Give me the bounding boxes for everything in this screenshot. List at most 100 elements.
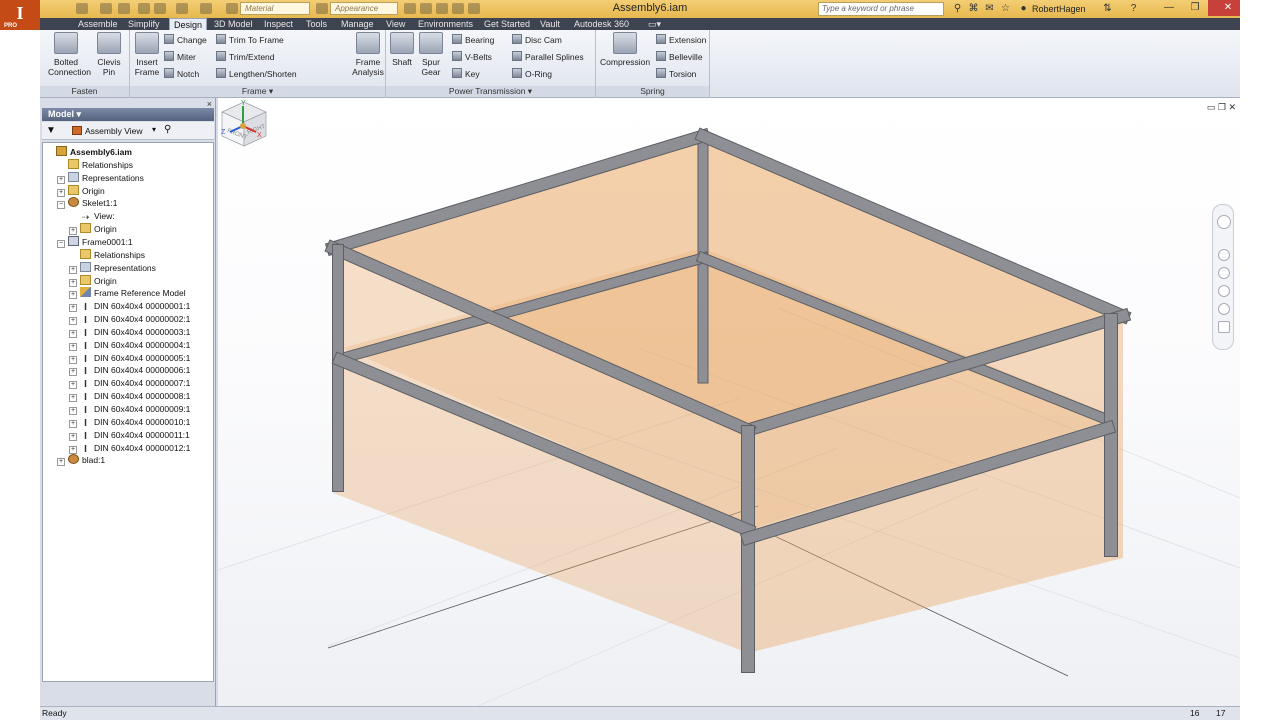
tree-node[interactable]: + Origin <box>69 274 117 287</box>
tab-get-started[interactable]: Get Started <box>480 18 534 30</box>
expand-icon[interactable]: + <box>69 419 77 428</box>
home-icon[interactable] <box>176 3 188 14</box>
parallel-splines-button[interactable]: Parallel Splines <box>512 50 584 64</box>
tree-node[interactable]: + I DIN 60x40x4 00000003:1 <box>69 326 190 339</box>
expand-icon[interactable]: + <box>69 278 77 287</box>
insert-frame-button[interactable]: Insert Frame <box>132 32 162 77</box>
communication-icon[interactable]: ✉ <box>984 3 995 14</box>
bolted-connection-button[interactable]: Bolted Connection <box>48 32 91 77</box>
expand-icon[interactable]: + <box>69 407 77 415</box>
tree-node[interactable]: + I DIN 60x40x4 00000001:1 <box>69 300 190 313</box>
open-icon[interactable] <box>100 3 112 14</box>
view-face-icon[interactable] <box>1218 321 1230 333</box>
bearing-button[interactable]: Bearing <box>452 33 494 47</box>
tree-node[interactable]: + Frame Reference Model <box>69 287 186 300</box>
tab-assemble[interactable]: Assemble <box>74 18 122 30</box>
tree-node[interactable]: + I DIN 60x40x4 00000004:1 <box>69 339 190 352</box>
binoculars-icon[interactable]: ⚲ <box>952 3 963 14</box>
tab-view[interactable]: View <box>382 18 409 30</box>
frame-assembly-3d-model[interactable] <box>218 98 1240 706</box>
tree-node[interactable]: + I DIN 60x40x4 00000002:1 <box>69 313 190 326</box>
expand-icon[interactable]: + <box>69 394 77 403</box>
miter-button[interactable]: Miter <box>164 50 196 64</box>
power-transmission-group-label[interactable]: Power Transmission ▾ <box>386 86 595 97</box>
belleville-button[interactable]: Belleville <box>656 50 703 64</box>
expand-icon[interactable]: + <box>69 432 77 441</box>
tab-environments[interactable]: Environments <box>414 18 477 30</box>
assembly-view-selector[interactable]: Assembly View <box>85 126 142 136</box>
tab-3d-model[interactable]: 3D Model <box>210 18 257 30</box>
tree-node[interactable]: ⇢ View: <box>69 210 115 222</box>
trim-to-frame-button[interactable]: Trim To Frame <box>216 33 284 47</box>
tab-inspect[interactable]: Inspect <box>260 18 297 30</box>
redo-icon[interactable] <box>154 3 166 14</box>
viewport-window-controls[interactable]: ▭ ❐ ✕ <box>1207 102 1236 113</box>
v-belts-button[interactable]: V-Belts <box>452 50 492 64</box>
app-logo[interactable]: I PRO <box>0 0 40 30</box>
tree-node[interactable]: + I DIN 60x40x4 00000010:1 <box>69 416 190 429</box>
trim-extend-button[interactable]: Trim/Extend <box>216 50 275 64</box>
expand-icon[interactable]: + <box>69 342 77 351</box>
expand-icon[interactable]: + <box>69 304 77 313</box>
tab-design[interactable]: Design <box>169 18 208 30</box>
pan-icon[interactable] <box>1218 249 1230 261</box>
frame-group-label[interactable]: Frame ▾ <box>130 86 385 97</box>
disc-cam-button[interactable]: Disc Cam <box>512 33 562 47</box>
extension-button[interactable]: Extension <box>656 33 706 47</box>
select-icon[interactable] <box>200 3 212 14</box>
tab-tools[interactable]: Tools <box>302 18 331 30</box>
zoom-icon[interactable] <box>1218 267 1230 279</box>
appearance-icon[interactable] <box>316 3 328 14</box>
expand-icon[interactable]: + <box>69 329 77 338</box>
tree-node[interactable]: + I DIN 60x40x4 00000009:1 <box>69 403 190 416</box>
save-icon[interactable] <box>118 3 130 14</box>
new-icon[interactable] <box>76 3 88 14</box>
frame-analysis-button[interactable]: Frame Analysis <box>352 32 384 77</box>
tree-node[interactable]: + blad:1 <box>57 454 105 467</box>
expand-icon[interactable]: + <box>69 227 77 236</box>
tree-node[interactable]: + Representations <box>69 261 156 274</box>
tab-manage[interactable]: Manage <box>337 18 378 30</box>
tree-node[interactable]: Relationships <box>69 248 145 261</box>
tree-node[interactable]: + I DIN 60x40x4 00000005:1 <box>69 352 190 365</box>
o-ring-button[interactable]: O-Ring <box>512 67 552 81</box>
expand-icon[interactable]: + <box>57 188 65 197</box>
qat-dropdown-icon[interactable] <box>468 3 480 14</box>
expand-icon[interactable]: + <box>69 381 77 390</box>
notch-button[interactable]: Notch <box>164 67 199 81</box>
compression-button[interactable]: Compression <box>600 32 650 67</box>
tree-node[interactable]: + I DIN 60x40x4 00000012:1 <box>69 442 190 455</box>
expand-icon[interactable]: + <box>69 265 77 274</box>
user-icon[interactable]: ● <box>1018 3 1029 14</box>
find-icon[interactable]: ⚲ <box>164 124 171 135</box>
tree-node[interactable]: − Frame0001:1 <box>57 235 133 248</box>
measure-icon[interactable] <box>452 3 464 14</box>
expand-icon[interactable]: + <box>69 291 77 300</box>
tools-icon[interactable] <box>404 3 416 14</box>
expand-icon[interactable]: + <box>69 445 77 454</box>
expand-icon[interactable]: + <box>69 355 77 364</box>
steering-wheel-icon[interactable] <box>1217 215 1231 229</box>
orbit-icon[interactable] <box>1218 285 1230 297</box>
clevis-pin-button[interactable]: Clevis Pin <box>94 32 124 77</box>
material-combo[interactable]: Material <box>240 2 310 15</box>
search-input[interactable]: Type a keyword or phrase <box>818 2 944 16</box>
graphics-viewport[interactable]: ▭ ❐ ✕ FRONT RIGHT Y X Z <box>218 98 1240 706</box>
restore-button[interactable]: ❐ <box>1182 0 1208 16</box>
tree-node[interactable]: Assembly6.iam <box>45 146 132 158</box>
appearance-combo[interactable]: Appearance <box>330 2 398 15</box>
user-name[interactable]: RobertHagen <box>1032 4 1086 14</box>
collapse-icon[interactable]: − <box>57 239 65 248</box>
expand-icon[interactable]: + <box>57 458 65 467</box>
tab-autodesk-360[interactable]: Autodesk 360 <box>570 18 633 30</box>
favorites-icon[interactable]: ☆ <box>1000 3 1011 14</box>
undo-icon[interactable] <box>138 3 150 14</box>
tree-node[interactable]: + Representations <box>57 171 144 184</box>
tree-node[interactable]: − Skelet1:1 <box>57 197 117 210</box>
tree-node[interactable]: Relationships <box>57 158 133 171</box>
clear-icon[interactable] <box>420 3 432 14</box>
tree-node[interactable]: + I DIN 60x40x4 00000006:1 <box>69 364 190 377</box>
torsion-button[interactable]: Torsion <box>656 67 696 81</box>
tree-node[interactable]: + I DIN 60x40x4 00000008:1 <box>69 390 190 403</box>
help-icon[interactable]: ? <box>1128 3 1139 14</box>
